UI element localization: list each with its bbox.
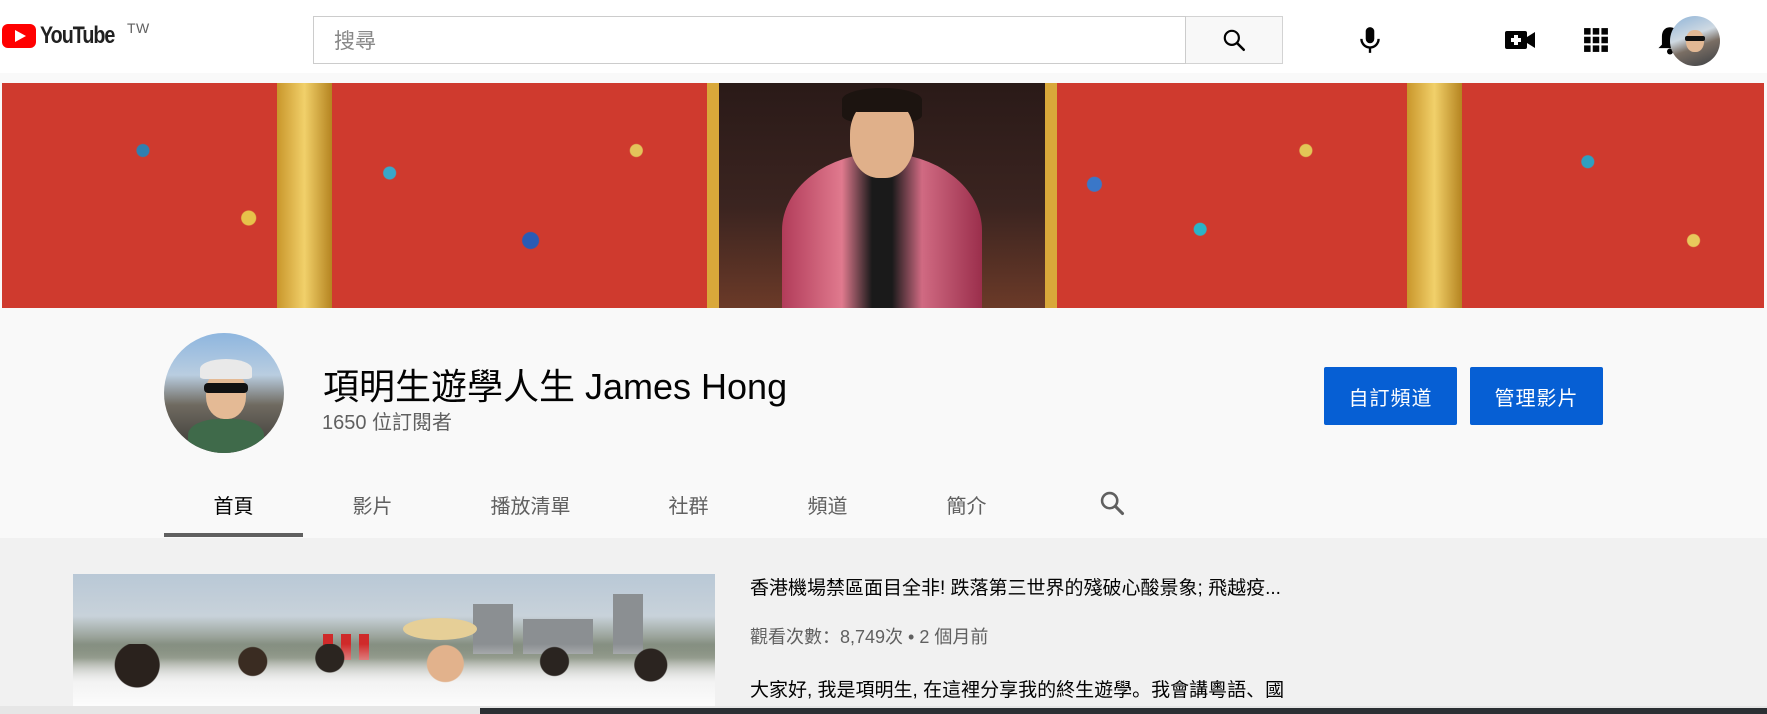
channel-search-button[interactable] bbox=[1092, 483, 1132, 523]
region-code: TW bbox=[127, 20, 150, 36]
top-bar: YouTube TW 搜尋 bbox=[0, 0, 1767, 73]
create-button[interactable] bbox=[1500, 20, 1540, 60]
youtube-logo-text: YouTube bbox=[40, 22, 115, 49]
youtube-logo[interactable]: YouTube bbox=[2, 22, 131, 50]
avatar-sunglasses bbox=[1685, 36, 1705, 41]
avatar-shirt bbox=[188, 419, 264, 453]
thumb-hat bbox=[403, 618, 477, 640]
tab-home[interactable]: 首頁 bbox=[164, 470, 303, 538]
account-avatar[interactable] bbox=[1670, 16, 1720, 66]
search-button[interactable] bbox=[1186, 16, 1283, 64]
channel-name: 項明生遊學人生 James Hong bbox=[323, 366, 788, 407]
tab-channels[interactable]: 頻道 bbox=[758, 470, 897, 538]
avatar-face bbox=[1686, 30, 1704, 52]
tab-community[interactable]: 社群 bbox=[619, 470, 758, 538]
youtube-play-icon bbox=[2, 24, 36, 48]
thumb-crowd bbox=[73, 644, 715, 714]
banner-pillar-left bbox=[277, 83, 332, 308]
channel-avatar bbox=[164, 333, 284, 453]
tab-playlists[interactable]: 播放清單 bbox=[442, 470, 619, 538]
tab-about[interactable]: 簡介 bbox=[897, 470, 1036, 538]
manage-videos-button[interactable]: 管理影片 bbox=[1470, 367, 1603, 425]
channel-tabs: 首頁 影片 播放清單 社群 頻道 簡介 bbox=[164, 470, 1164, 538]
mic-icon bbox=[1360, 27, 1380, 53]
avatar-helmet bbox=[200, 359, 252, 379]
banner-hair-top bbox=[842, 88, 922, 112]
featured-video-thumbnail[interactable] bbox=[73, 574, 715, 714]
featured-video-description: 大家好, 我是項明生, 在這裡分享我的終生遊學。我會講粵語、國 bbox=[750, 680, 1285, 701]
active-tab-indicator bbox=[164, 533, 303, 537]
voice-search-button[interactable] bbox=[1350, 20, 1390, 60]
customize-channel-button[interactable]: 自訂頻道 bbox=[1324, 367, 1457, 425]
search-icon bbox=[1100, 491, 1125, 516]
channel-banner bbox=[2, 83, 1764, 308]
avatar-sunglasses bbox=[204, 383, 248, 393]
search-input[interactable]: 搜尋 bbox=[313, 16, 1186, 64]
search-icon bbox=[1223, 29, 1246, 52]
create-video-icon bbox=[1505, 31, 1535, 49]
scrollbar-thumb[interactable] bbox=[480, 708, 1767, 714]
apps-button[interactable] bbox=[1576, 20, 1616, 60]
apps-icon bbox=[1584, 28, 1608, 52]
featured-video-title[interactable]: 香港機場禁區面目全非! 跌落第三世界的殘破心酸景象; 飛越疫... bbox=[750, 573, 1281, 600]
banner-pillar-right bbox=[1407, 83, 1462, 308]
featured-video-meta: 觀看次數：8,749次 • 2 個月前 bbox=[750, 627, 989, 647]
subscriber-count: 1650 位訂閱者 bbox=[322, 412, 453, 434]
search-placeholder: 搜尋 bbox=[334, 30, 376, 53]
tab-videos[interactable]: 影片 bbox=[303, 470, 442, 538]
